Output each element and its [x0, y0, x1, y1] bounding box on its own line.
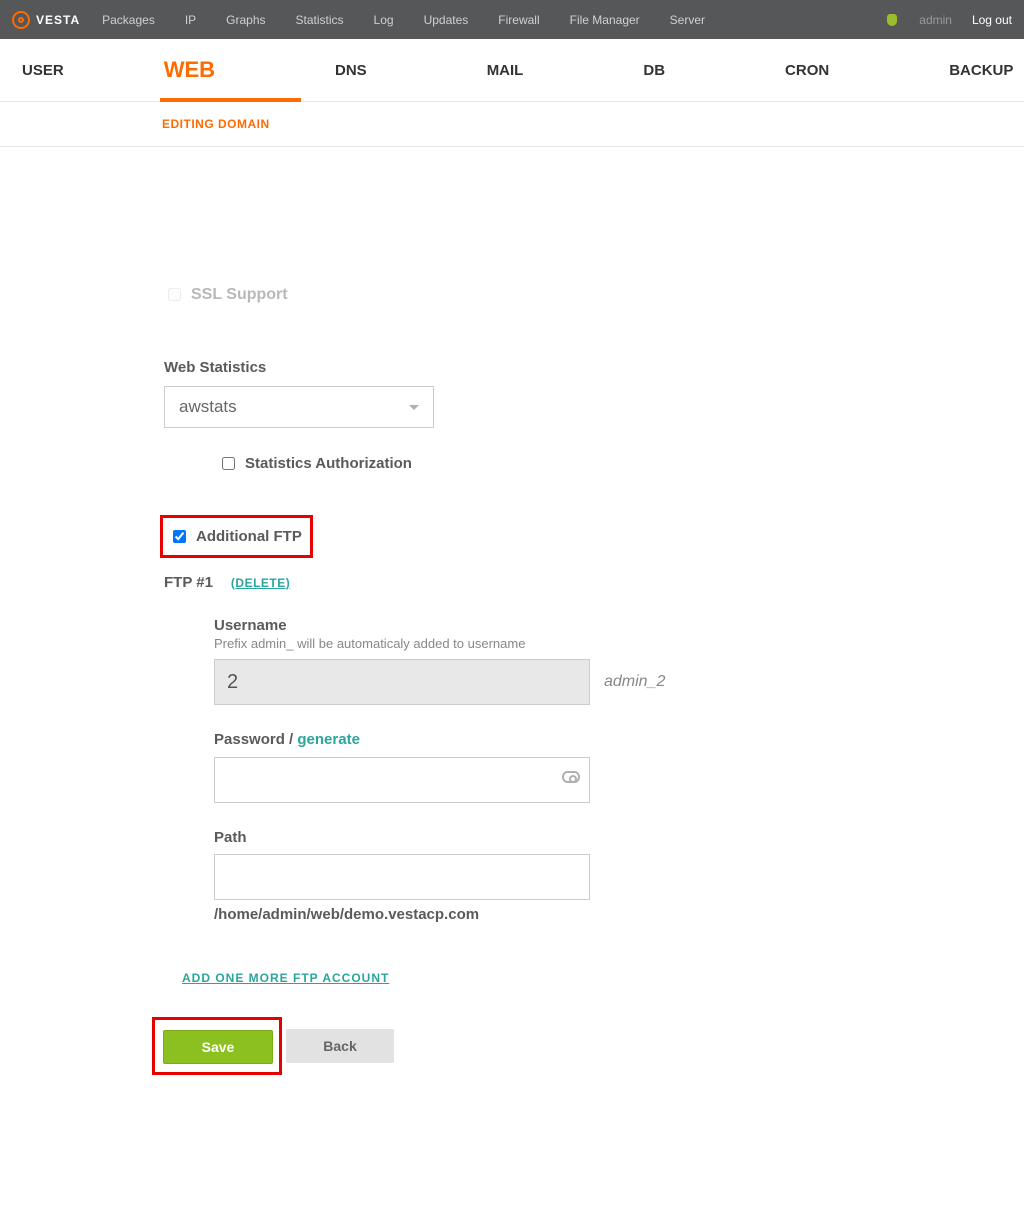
save-button[interactable]: Save: [163, 1030, 273, 1064]
save-button-highlight: Save: [152, 1017, 282, 1075]
ftp1-header: FTP #1 (DELETE): [164, 574, 880, 591]
add-more-ftp-link[interactable]: ADD ONE MORE FTP ACCOUNT: [182, 971, 389, 985]
tab-dns[interactable]: DNS: [335, 62, 367, 79]
additional-ftp-highlight: Additional FTP: [160, 515, 313, 558]
stats-auth-label: Statistics Authorization: [245, 455, 412, 472]
topnav-graphs[interactable]: Graphs: [226, 13, 265, 27]
tab-db[interactable]: DB: [643, 62, 665, 79]
ssl-support-row: SSL Support: [164, 285, 880, 304]
topnav-packages[interactable]: Packages: [102, 13, 155, 27]
content: SSL Support Web Statistics awstats Stati…: [0, 375, 880, 1205]
topnav-firewall[interactable]: Firewall: [498, 13, 539, 27]
topnav-statistics[interactable]: Statistics: [296, 13, 344, 27]
tab-web[interactable]: WEB: [164, 57, 215, 83]
ftp1-path-input[interactable]: [214, 854, 590, 900]
button-row: Save Back: [152, 1017, 880, 1075]
tab-user[interactable]: USER: [22, 62, 64, 79]
ssl-support-checkbox[interactable]: [168, 288, 181, 301]
main-tabs: USER WEB DNS MAIL DB CRON BACKUP: [0, 39, 1024, 102]
ftp1-password-generate[interactable]: generate: [297, 731, 360, 748]
ftp1-password-input[interactable]: [214, 757, 590, 803]
back-button[interactable]: Back: [286, 1029, 394, 1063]
active-tab-underline: [160, 98, 301, 102]
ftp1-username-hint: Prefix admin_ will be automaticaly added…: [214, 636, 880, 651]
tab-mail[interactable]: MAIL: [487, 62, 524, 79]
sub-row: EDITING DOMAIN: [0, 102, 1024, 147]
logout-link[interactable]: Log out: [972, 13, 1012, 27]
tab-backup[interactable]: BACKUP: [949, 62, 1013, 79]
ftp1-path-value: /home/admin/web/demo.vestacp.com: [214, 906, 880, 923]
ftp1-title: FTP #1: [164, 574, 213, 591]
stats-auth-row: Statistics Authorization: [164, 454, 880, 473]
ftp1-path-block: Path /home/admin/web/demo.vestacp.com: [214, 829, 880, 923]
ftp1-username-full: admin_2: [604, 673, 665, 691]
ftp1-password-block: Password / generate: [214, 731, 880, 803]
topnav-filemanager[interactable]: File Manager: [570, 13, 640, 27]
top-bar: VESTA Packages IP Graphs Statistics Log …: [0, 0, 1024, 39]
ftp1-password-label: Password: [214, 731, 285, 748]
logo-icon: [12, 11, 30, 29]
webstats-value: awstats: [179, 397, 237, 417]
current-user-link[interactable]: admin: [919, 13, 952, 27]
sub-row-title: EDITING DOMAIN: [162, 117, 270, 131]
brand-text: VESTA: [36, 13, 80, 27]
ftp1-username-block: Username Prefix admin_ will be automatic…: [214, 617, 880, 705]
ftp1-path-label: Path: [214, 829, 880, 846]
webstats-label: Web Statistics: [164, 359, 880, 376]
additional-ftp-label: Additional FTP: [196, 528, 302, 545]
ssl-support-label: SSL Support: [191, 286, 288, 304]
brand-logo[interactable]: VESTA: [12, 11, 80, 29]
topnav-ip[interactable]: IP: [185, 13, 196, 27]
notification-bell-icon[interactable]: [887, 14, 897, 26]
topnav-log[interactable]: Log: [374, 13, 394, 27]
ftp1-username-label: Username: [214, 617, 880, 634]
ftp1-username-input[interactable]: [214, 659, 590, 705]
webstats-select[interactable]: awstats: [164, 386, 434, 428]
ftp1-password-sep: /: [285, 731, 298, 748]
eye-icon[interactable]: [562, 771, 580, 783]
tab-cron[interactable]: CRON: [785, 62, 829, 79]
top-nav: Packages IP Graphs Statistics Log Update…: [102, 13, 887, 27]
ftp1-delete-link[interactable]: (DELETE): [231, 576, 290, 590]
topnav-updates[interactable]: Updates: [424, 13, 469, 27]
additional-ftp-checkbox[interactable]: [173, 530, 186, 543]
stats-auth-checkbox[interactable]: [222, 457, 235, 470]
topnav-server[interactable]: Server: [670, 13, 705, 27]
top-right: admin Log out: [887, 13, 1012, 27]
chevron-down-icon: [409, 405, 419, 410]
